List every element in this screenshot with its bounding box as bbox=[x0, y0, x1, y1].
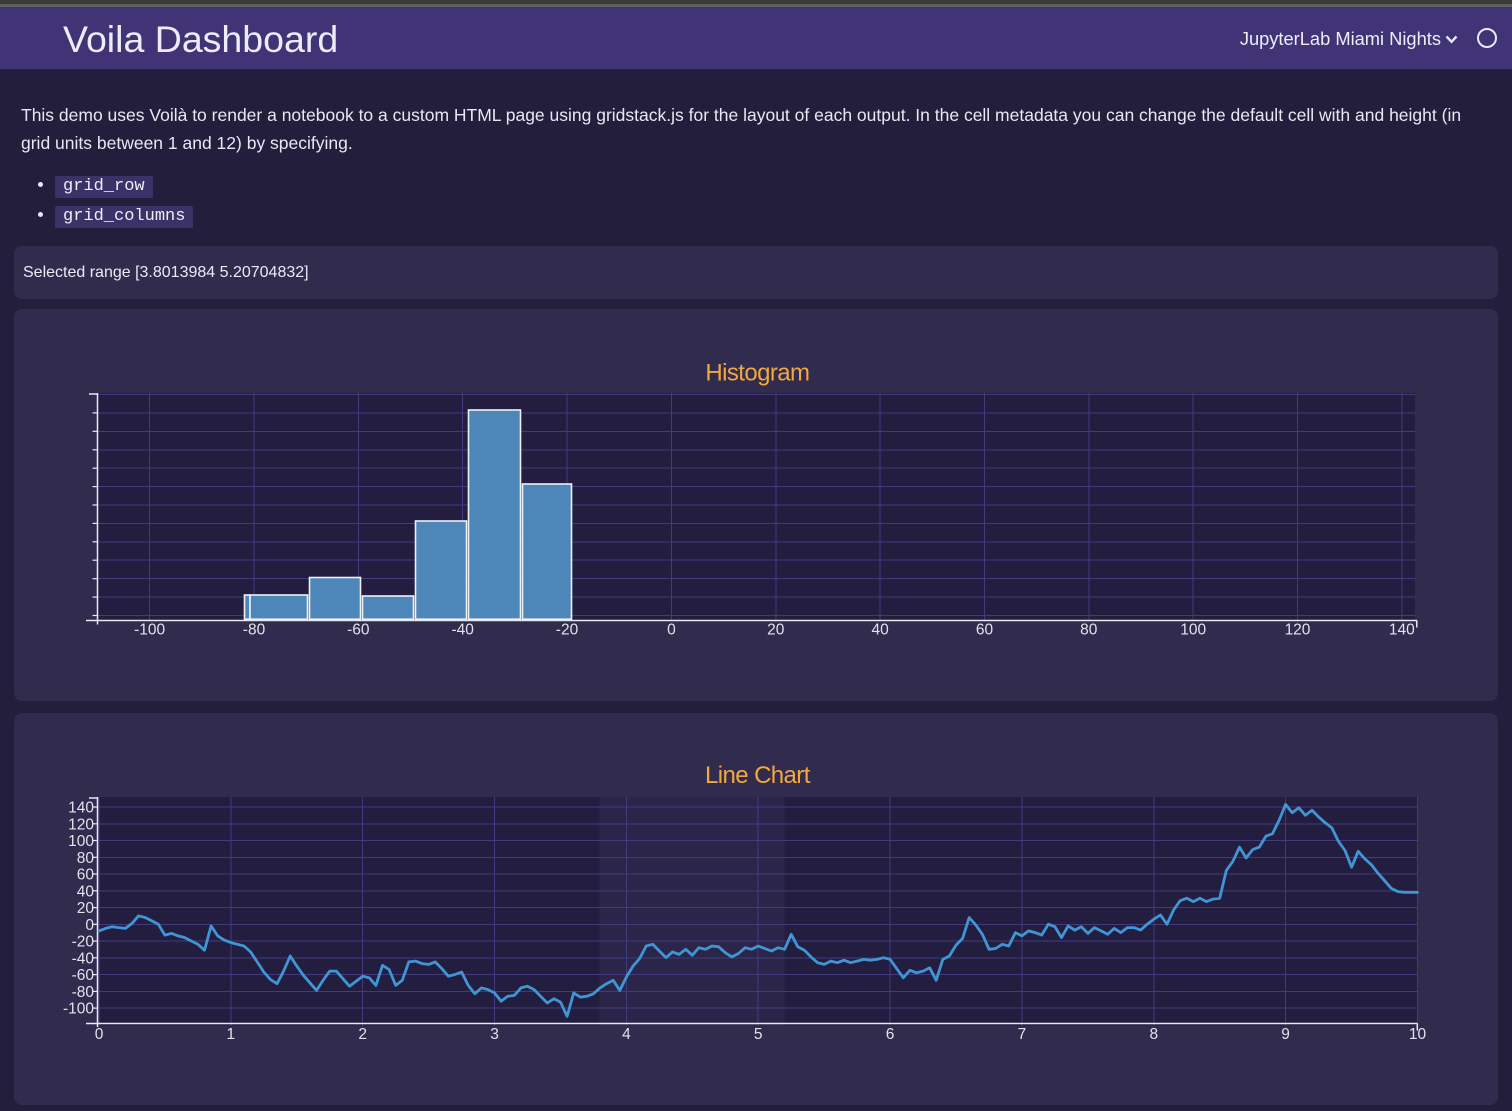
svg-text:100: 100 bbox=[1180, 622, 1206, 639]
svg-text:2: 2 bbox=[358, 1026, 367, 1043]
svg-text:-80: -80 bbox=[243, 622, 266, 639]
svg-text:0: 0 bbox=[667, 622, 676, 639]
svg-text:-60: -60 bbox=[347, 622, 370, 639]
svg-text:60: 60 bbox=[77, 867, 95, 884]
svg-text:-60: -60 bbox=[72, 967, 95, 984]
svg-text:20: 20 bbox=[77, 900, 95, 917]
svg-text:80: 80 bbox=[77, 850, 95, 867]
svg-text:-100: -100 bbox=[63, 1001, 94, 1018]
svg-text:-40: -40 bbox=[72, 950, 95, 967]
svg-text:40: 40 bbox=[77, 883, 95, 900]
svg-text:9: 9 bbox=[1281, 1026, 1290, 1043]
svg-text:3: 3 bbox=[490, 1026, 499, 1043]
svg-text:Line Chart: Line Chart bbox=[705, 762, 811, 789]
svg-text:120: 120 bbox=[1285, 622, 1311, 639]
svg-text:6: 6 bbox=[886, 1026, 895, 1043]
svg-text:40: 40 bbox=[871, 622, 889, 639]
svg-text:140: 140 bbox=[1389, 622, 1415, 639]
svg-text:4: 4 bbox=[622, 1026, 631, 1043]
svg-text:8: 8 bbox=[1149, 1026, 1158, 1043]
svg-text:-100: -100 bbox=[134, 622, 165, 639]
svg-text:60: 60 bbox=[976, 622, 994, 639]
svg-text:Histogram: Histogram bbox=[705, 359, 809, 386]
svg-text:120: 120 bbox=[68, 816, 94, 833]
svg-text:-40: -40 bbox=[451, 622, 474, 639]
svg-text:5: 5 bbox=[754, 1026, 763, 1043]
svg-text:140: 140 bbox=[68, 800, 94, 817]
svg-text:7: 7 bbox=[1018, 1026, 1027, 1043]
svg-text:-80: -80 bbox=[72, 984, 95, 1001]
svg-text:0: 0 bbox=[85, 917, 94, 934]
svg-text:80: 80 bbox=[1080, 622, 1098, 639]
svg-text:20: 20 bbox=[767, 622, 785, 639]
svg-text:-20: -20 bbox=[556, 622, 579, 639]
svg-text:0: 0 bbox=[95, 1026, 104, 1043]
svg-text:1: 1 bbox=[226, 1026, 235, 1043]
svg-text:10: 10 bbox=[1409, 1026, 1427, 1043]
svg-text:100: 100 bbox=[68, 833, 94, 850]
svg-text:-20: -20 bbox=[72, 934, 95, 951]
